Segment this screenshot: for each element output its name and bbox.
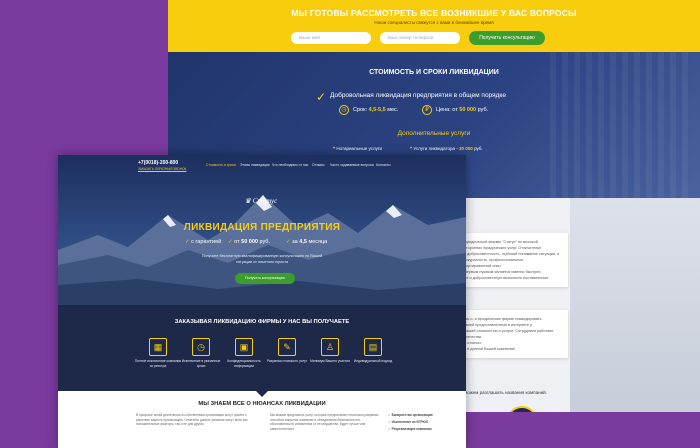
benefit-label: Разумная стоимость услуг [266, 359, 308, 363]
logo-icon: ♛ [244, 197, 251, 205]
nuances-section: МЫ ЗНАЕМ ВСЕ О НЮАНСАХ ЛИКВИДАЦИИ В проц… [58, 391, 466, 448]
cost-title: СТОИМОСТЬ И СРОКИ ЛИКВИДАЦИИ [369, 69, 499, 76]
lock-icon: ▣ [235, 338, 253, 356]
benefit-item: ▦ Полное исключение компании из реестра [134, 338, 182, 368]
contact-section: МЫ ГОТОВЫ РАССМОТРЕТЬ ВСЕ ВОЗНИКШИЕ У ВА… [168, 0, 700, 52]
contact-title: МЫ ГОТОВЫ РАССМОТРЕТЬ ВСЕ ВОЗНИКШИЕ У ВА… [291, 8, 577, 18]
benefits-title: ЗАКАЗЫВАЯ ЛИКВИДАЦИЮ ФИРМЫ У НАС ВЫ ПОЛУ… [174, 319, 350, 325]
callback-link[interactable]: ЗАКАЗАТЬ ОБРАТНЫЙ ЗВОНОК [138, 167, 186, 171]
nuances-title: МЫ ЗНАЕМ ВСЕ О НЮАНСАХ ЛИКВИДАЦИИ [198, 401, 326, 407]
feature-guarantee: ✓ с гарантией [185, 239, 222, 245]
calculator-icon: ▦ [149, 338, 167, 356]
benefit-item: ▤ Индивидуальный подход [349, 338, 397, 364]
benefit-item: ♙ Минимум Вашего участия [306, 338, 354, 364]
person-icon: ♙ [321, 338, 339, 356]
voluntary-liquidation: Добровольная ликвидация предприятия в об… [330, 92, 506, 99]
check-icon: ✓ [316, 90, 327, 104]
front-page: +7(0018)-200-800 ЗАКАЗАТЬ ОБРАТНЫЙ ЗВОНО… [58, 155, 466, 448]
confidentiality-note: не можем разглашать названия компаний. [458, 390, 547, 395]
benefit-item: ▣ Конфиденциальность информации [220, 338, 268, 368]
benefit-label: Минимум Вашего участия [310, 359, 350, 363]
benefit-label: Конфиденциальность информации [227, 359, 261, 368]
phone-number[interactable]: +7(0018)-200-800 [138, 160, 178, 166]
service-liquidator: • Услуги ликвидатора - 30 000 руб. [410, 146, 483, 152]
benefit-label: Исключение в указанные сроки [181, 359, 221, 368]
hero-title: ЛИКВИДАЦИЯ ПРЕДПРИЯТИЯ [183, 222, 341, 233]
contact-subtitle: Наши специалисты свяжутся с вами в ближа… [374, 20, 494, 25]
get-consultation-button[interactable]: Получить консультацию [469, 31, 545, 45]
nuances-paragraph-left: В процессе своей деятельности собственни… [136, 413, 248, 427]
review-card: юридической фирмы "Статус" по высокой ст… [458, 233, 568, 287]
review-line: и в данной Вашей компании! [464, 347, 516, 351]
benefit-label: Полное исключение компании из реестра [134, 359, 182, 368]
benefit-label: Индивидуальный подход [353, 359, 393, 363]
nav-item-cost[interactable]: Стоимость и сроки [206, 163, 236, 167]
chat-icon: ✎ [278, 338, 296, 356]
nav-item-faq[interactable]: Часто задаваемые вопросы [330, 163, 374, 167]
clock-icon: ◷ [192, 338, 210, 356]
benefits-section: ЗАКАЗЫВАЯ ЛИКВИДАЦИЮ ФИРМЫ У НАС ВЫ ПОЛУ… [58, 305, 466, 391]
name-field[interactable]: Ваше имя [291, 32, 371, 44]
additional-services-title: Дополнительные услуги [397, 130, 471, 137]
round-badge [506, 406, 538, 412]
review-line: ют и добросовестную выполнить поставленн… [464, 276, 549, 280]
top-nav: +7(0018)-200-800 ЗАКАЗАТЬ ОБРАТНЫЙ ЗВОНО… [58, 155, 466, 175]
feature-price: ✓ от 50 000 руб. [228, 239, 270, 245]
logo[interactable]: ♛ Статус [241, 197, 281, 205]
review-line: и добросовестность, глубокий понимание с… [464, 252, 560, 262]
nav-item-needed[interactable]: Что необходимо от нас [272, 163, 308, 167]
logo-text: Статус [252, 197, 278, 205]
check-item: ✓ Реорганизация компании [388, 427, 432, 431]
nuances-paragraph-right: Мы можем предложить услуг, которые предп… [270, 413, 379, 431]
price-text: Цена: от 50 000 руб. [436, 107, 489, 113]
check-item: ✓ Банкротство организации [388, 413, 433, 417]
hero-consultation-button[interactable]: Получить консультацию [235, 273, 295, 284]
term-text: Срок: 4,5-5,5 мес. [353, 107, 399, 113]
check-item: ✓ Исключение из ЕГРЮЛ [388, 420, 428, 424]
service-notary: • Нотариальные услуги [333, 146, 382, 152]
hero-description: Получите бесплатную квалифицированную ко… [201, 254, 323, 264]
nav-item-contacts[interactable]: Контакты [376, 163, 391, 167]
benefit-item: ✎ Разумная стоимость услуг [263, 338, 311, 364]
clock-icon: ◷ [339, 105, 349, 115]
review-card: мы и, в юридические фирме ликвидировать … [458, 310, 568, 358]
benefit-item: ◷ Исключение в указанные сроки [177, 338, 225, 368]
phone-field[interactable]: Ваш номер телефона [380, 32, 460, 44]
briefcase-icon: ▤ [364, 338, 382, 356]
nav-item-reviews[interactable]: Отзывы [312, 163, 324, 167]
ruble-icon: ₽ [422, 105, 432, 115]
nav-item-stages[interactable]: Этапы ликвидации [240, 163, 270, 167]
hero-section: +7(0018)-200-800 ЗАКАЗАТЬ ОБРАТНЫЙ ЗВОНО… [58, 155, 466, 305]
feature-term: ✓ за 4,5 месяца [286, 239, 328, 245]
woman-photo [570, 198, 700, 412]
section-arrow [256, 391, 268, 397]
